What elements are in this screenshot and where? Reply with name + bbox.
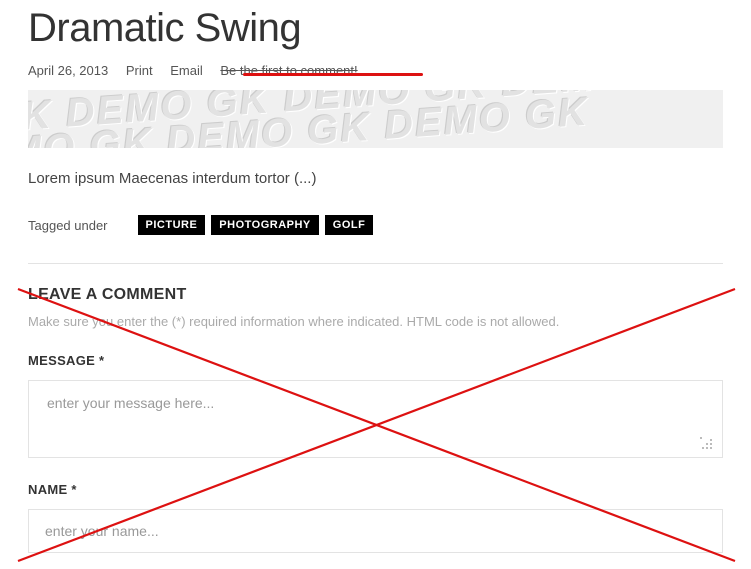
name-input[interactable] <box>45 523 706 539</box>
banner-image: GK DEMO GK DEMO GK DEMO GK DEMO GK DEMO … <box>28 90 723 148</box>
leave-comment-instructions: Make sure you enter the (*) required inf… <box>28 314 723 329</box>
annotation-strike-line <box>243 73 423 76</box>
tags-list: PICTURE PHOTOGRAPHY GOLF <box>138 215 374 235</box>
print-link[interactable]: Print <box>126 63 153 78</box>
tag-golf[interactable]: GOLF <box>325 215 374 235</box>
message-textarea-wrap[interactable] <box>28 380 723 458</box>
section-divider <box>28 263 723 264</box>
leave-comment-heading: LEAVE A COMMENT <box>28 286 723 304</box>
message-label: MESSAGE * <box>28 353 723 368</box>
tag-picture[interactable]: PICTURE <box>138 215 206 235</box>
tags-row: Tagged under PICTURE PHOTOGRAPHY GOLF <box>28 215 723 235</box>
tag-photography[interactable]: PHOTOGRAPHY <box>211 215 318 235</box>
tagged-under-label: Tagged under <box>28 218 108 233</box>
article-title: Dramatic Swing <box>28 6 723 51</box>
article-excerpt: Lorem ipsum Maecenas interdum tortor (..… <box>28 170 723 187</box>
name-label: NAME * <box>28 482 723 497</box>
name-input-wrap[interactable] <box>28 509 723 553</box>
message-textarea[interactable] <box>47 395 704 443</box>
email-link[interactable]: Email <box>170 63 203 78</box>
article-date: April 26, 2013 <box>28 63 108 78</box>
